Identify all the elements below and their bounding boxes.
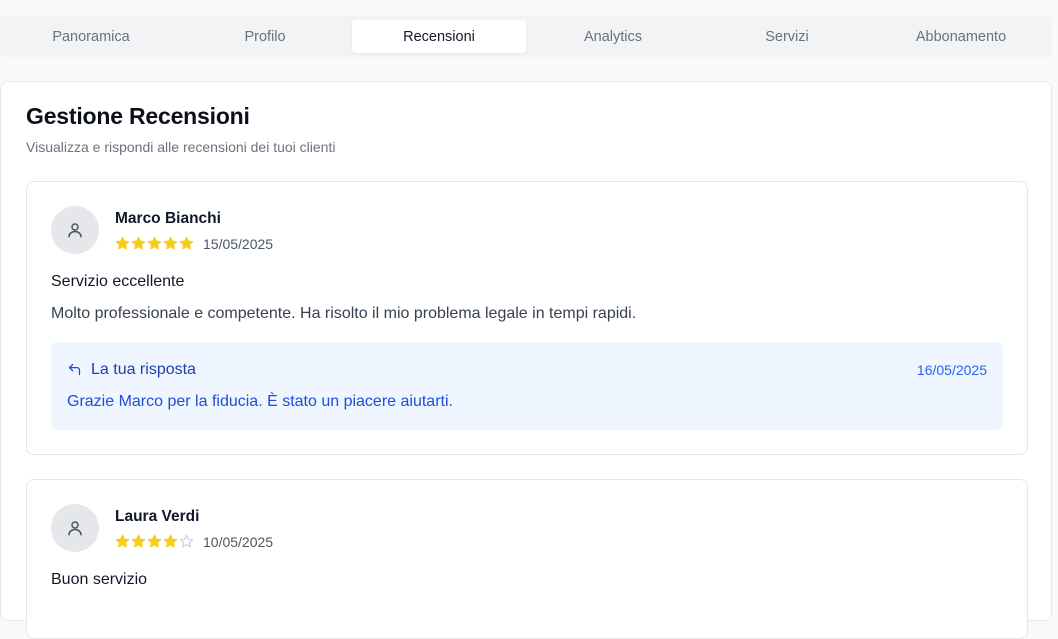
review-title: Servizio eccellente [51,273,185,290]
star-filled-icon [147,534,162,548]
star-filled-icon [147,236,162,250]
review-text: Molto professionale e competente. Ha ris… [51,305,637,322]
review-date: 15/05/2025 [203,236,274,252]
avatar [51,206,99,254]
star-filled-icon [163,534,178,548]
page-title: Gestione Recensioni [26,103,250,129]
reply-arrow-icon [68,363,81,376]
star-filled-icon [115,236,130,250]
star-rating [115,236,194,251]
tab-abbonamento[interactable]: Abbonamento [874,20,1048,53]
reviews-panel: Gestione Recensioni Visualizza e rispond… [0,81,1052,639]
user-icon [68,521,82,536]
star-rating [115,534,194,549]
star-filled-icon [179,236,194,250]
review-card: Laura Verdi 10/05/2025 Buon servizio [26,479,1028,639]
reply-date: 16/05/2025 [916,362,987,378]
tab-panoramica[interactable]: Panoramica [4,20,178,53]
review-author: Marco Bianchi [115,210,221,227]
star-filled-icon [115,534,130,548]
user-icon [68,223,82,238]
reply-text: Grazie Marco per la fiducia. È stato un … [67,393,453,410]
tab-bar: Panoramica Profilo Recensioni Analytics … [0,16,1052,57]
review-date: 10/05/2025 [203,534,274,550]
tab-recensioni[interactable]: Recensioni [352,20,526,53]
avatar [51,504,99,552]
reply-label: La tua risposta [91,361,196,378]
star-empty-icon [179,534,194,548]
review-title: Buon servizio [51,571,148,588]
star-filled-icon [163,236,178,250]
star-filled-icon [131,534,146,548]
review-author: Laura Verdi [115,508,200,525]
tab-analytics[interactable]: Analytics [526,20,700,53]
star-filled-icon [131,236,146,250]
tab-profilo[interactable]: Profilo [178,20,352,53]
review-card: Marco Bianchi 15/05/2025 Servizio eccell… [26,181,1028,455]
page-subtitle: Visualizza e rispondi alle recensioni de… [26,139,336,155]
tab-servizi[interactable]: Servizi [700,20,874,53]
reply-box: La tua risposta 16/05/2025 Grazie Marco … [51,342,1003,430]
